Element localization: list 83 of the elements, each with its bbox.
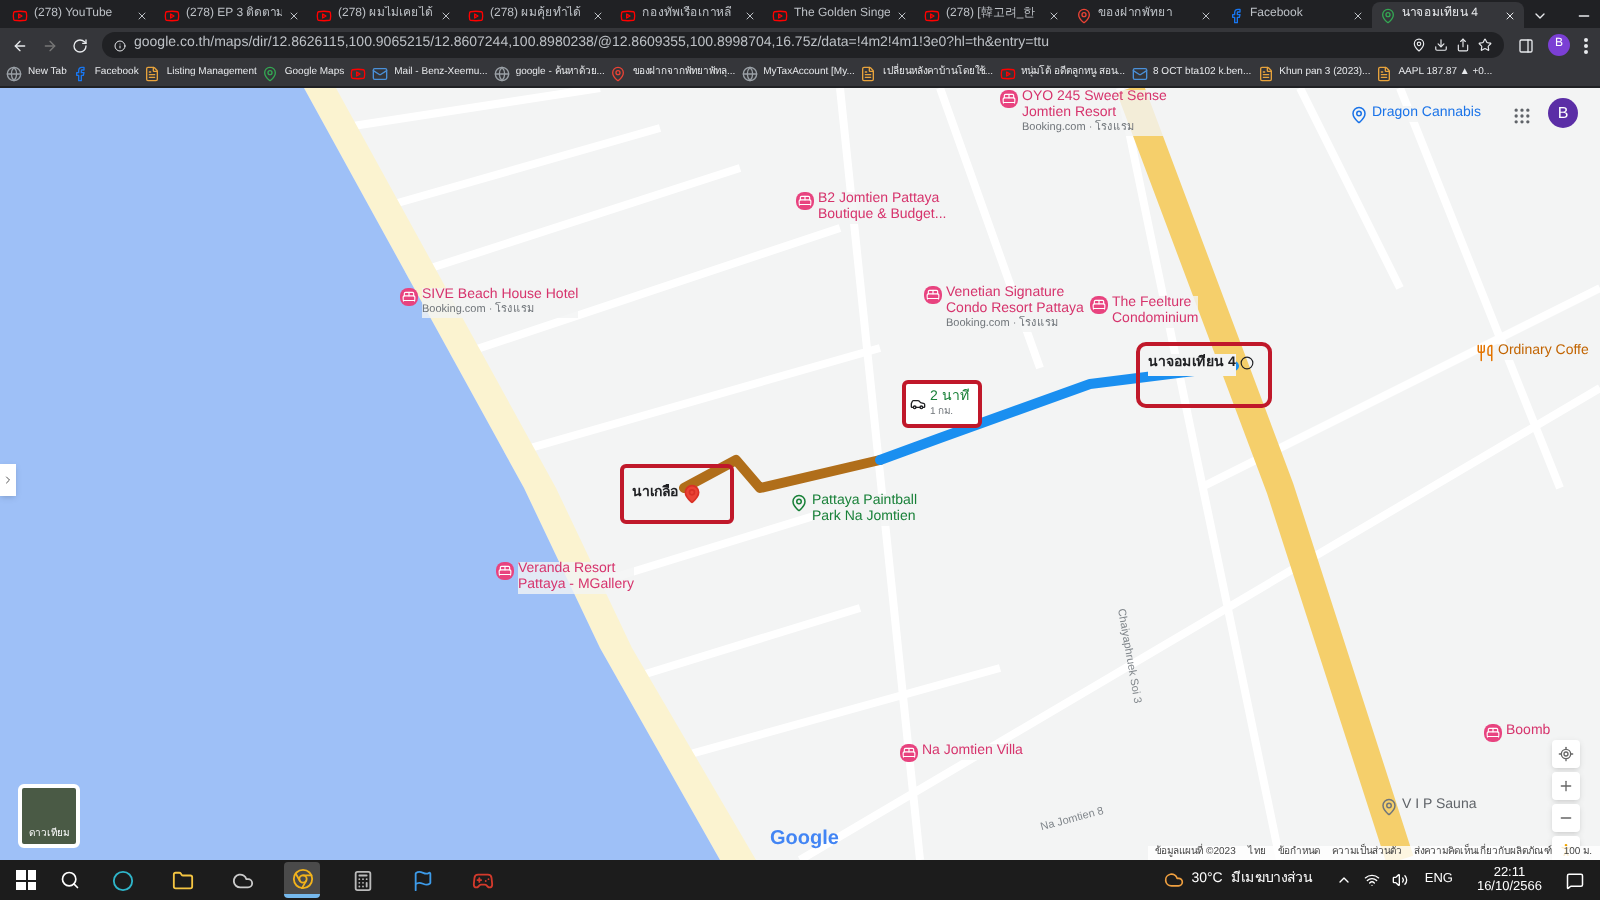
globe-icon — [741, 66, 758, 82]
video-icon — [164, 7, 180, 23]
pin-icon — [610, 66, 627, 82]
apps-grid-icon[interactable] — [1512, 106, 1532, 126]
side-panel-icon[interactable] — [1518, 37, 1534, 53]
locate-icon — [1558, 746, 1574, 762]
end-point-icon — [1239, 356, 1254, 370]
video-icon — [468, 7, 484, 23]
start-pin-icon — [682, 484, 702, 504]
search-icon[interactable] — [60, 870, 80, 890]
pin-icon — [1380, 798, 1398, 816]
windows-start-icon[interactable] — [16, 870, 36, 890]
hotel-icon — [496, 562, 514, 580]
cloud-icon[interactable] — [231, 869, 253, 891]
weather-icon — [1163, 870, 1184, 890]
zoom-out-button[interactable] — [1552, 804, 1580, 832]
video-icon — [924, 7, 940, 23]
video-icon — [350, 66, 367, 82]
browser-icon[interactable] — [291, 867, 313, 889]
account-avatar[interactable]: B — [1548, 98, 1578, 128]
close-icon[interactable] — [592, 9, 604, 21]
video-icon — [316, 7, 332, 23]
close-icon[interactable] — [1048, 9, 1060, 21]
folder-icon[interactable] — [171, 869, 193, 891]
map-pin-icon — [1380, 7, 1396, 23]
document-icon — [1257, 66, 1274, 82]
hotel-icon — [1000, 90, 1018, 108]
chevron-right-icon — [2, 474, 14, 486]
taskbar-app[interactable] — [284, 862, 320, 898]
locate-button[interactable] — [1552, 740, 1580, 768]
facebook-icon — [1228, 7, 1244, 23]
pin-icon — [1076, 7, 1092, 23]
chevron-icon[interactable] — [1532, 8, 1548, 24]
mail-icon — [372, 66, 389, 82]
mail-icon — [1131, 66, 1148, 82]
google-logo: Google — [770, 826, 839, 854]
notifications-icon[interactable] — [1566, 871, 1584, 889]
facebook-icon — [72, 66, 89, 82]
wifi-icon[interactable] — [1364, 872, 1381, 888]
cutlery-icon — [1476, 344, 1494, 362]
hotel-icon — [900, 744, 918, 762]
chevron-icon[interactable] — [1336, 872, 1353, 888]
install-icon[interactable] — [1434, 38, 1448, 52]
back-icon[interactable] — [12, 37, 28, 53]
star-icon[interactable] — [1478, 38, 1492, 52]
close-icon[interactable] — [1200, 9, 1212, 21]
car-icon — [910, 396, 926, 412]
hotel-icon — [796, 192, 814, 210]
close-icon[interactable] — [1352, 9, 1364, 21]
hotel-icon — [1090, 296, 1108, 314]
video-icon — [999, 66, 1016, 82]
flag-icon[interactable] — [411, 869, 433, 891]
browser-icon[interactable] — [111, 869, 133, 891]
reload-icon[interactable] — [72, 37, 88, 53]
globe-icon — [6, 66, 22, 82]
location-icon[interactable] — [1412, 38, 1426, 52]
bookmark-item[interactable] — [350, 66, 367, 82]
video-icon — [12, 7, 28, 23]
pin-icon — [790, 494, 808, 512]
calculator-icon[interactable] — [351, 869, 373, 891]
hotel-icon — [1484, 724, 1502, 742]
video-icon — [772, 7, 788, 23]
close-icon[interactable] — [744, 9, 756, 21]
zoom-in-button[interactable] — [1552, 772, 1580, 800]
video-icon — [620, 7, 636, 23]
close-icon[interactable] — [896, 9, 908, 21]
document-icon — [860, 66, 877, 82]
map-pin-icon — [262, 66, 279, 82]
document-icon — [144, 66, 161, 82]
share-icon[interactable] — [1456, 38, 1470, 52]
gamepad-icon[interactable] — [471, 869, 493, 891]
hotel-icon — [924, 286, 942, 304]
close-icon[interactable] — [288, 9, 300, 21]
globe-icon — [493, 66, 510, 82]
forward-icon[interactable] — [42, 37, 58, 53]
pin-icon — [1350, 106, 1368, 124]
plus-icon — [1558, 778, 1574, 794]
volume-icon[interactable] — [1392, 872, 1409, 888]
close-icon[interactable] — [440, 9, 452, 21]
hotel-icon — [400, 288, 418, 306]
close-icon[interactable] — [136, 9, 148, 21]
info-icon — [114, 39, 126, 51]
document-icon — [1376, 66, 1393, 82]
